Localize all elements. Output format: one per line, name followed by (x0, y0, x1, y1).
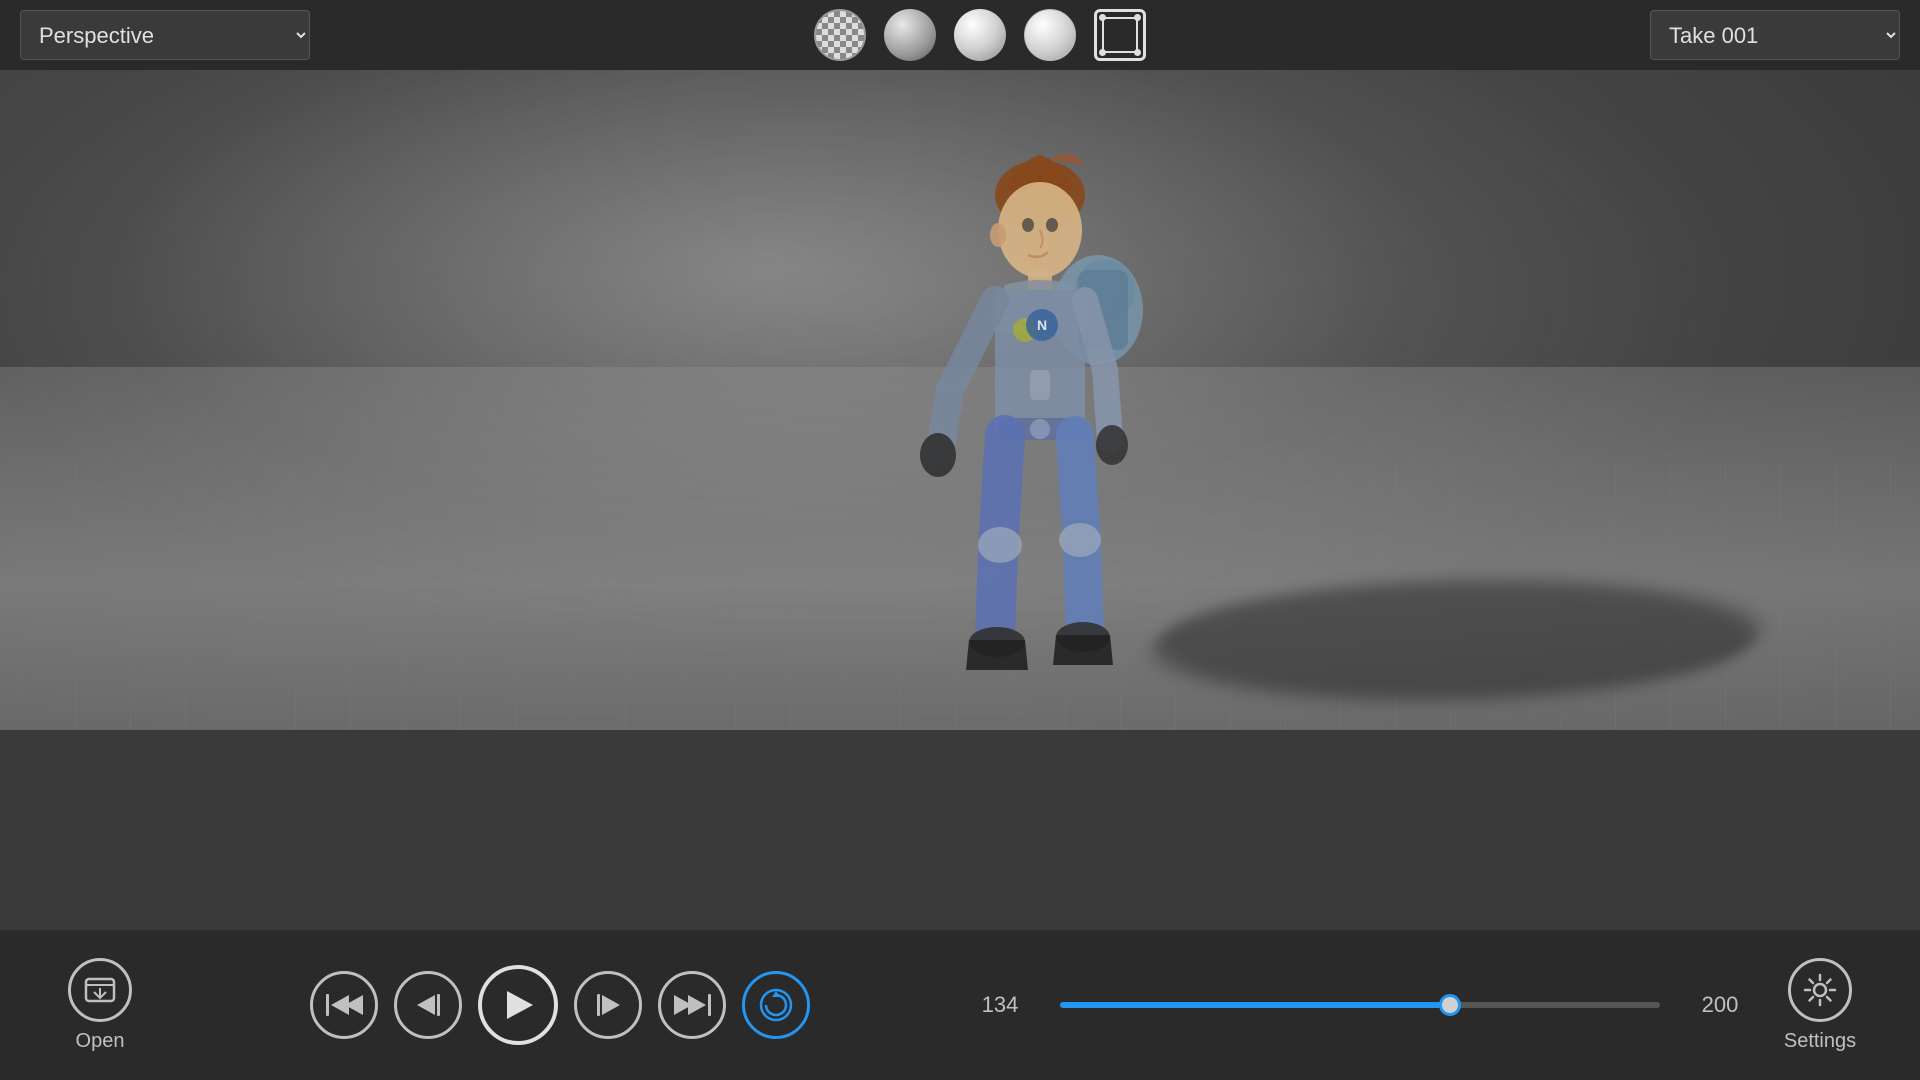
open-section: Open (40, 958, 160, 1053)
scrubber-track[interactable] (1060, 1002, 1660, 1008)
play-button[interactable] (478, 965, 558, 1045)
settings-button[interactable] (1788, 958, 1852, 1022)
loop-icon (758, 987, 794, 1023)
frame-end: 200 (1680, 992, 1760, 1018)
settings-label: Settings (1784, 1030, 1856, 1053)
viewport[interactable]: N (0, 70, 1920, 730)
skip-to-start-button[interactable] (310, 971, 378, 1039)
character-svg: N (850, 130, 1230, 710)
open-label: Open (76, 1030, 125, 1053)
settings-section: Settings (1760, 958, 1880, 1053)
viewport-display-icons (814, 9, 1146, 61)
character-display: N (840, 120, 1240, 720)
frame-start: 134 (960, 992, 1040, 1018)
white-sphere-icon[interactable] (1024, 9, 1076, 61)
scrubber-row: 134 200 (960, 992, 1760, 1018)
frame-icon[interactable] (1094, 9, 1146, 61)
top-bar: Perspective Front Back Left Right Top Bo… (0, 0, 1920, 70)
skip-to-end-button[interactable] (658, 971, 726, 1039)
svg-text:N: N (1037, 317, 1047, 333)
step-back-button[interactable] (394, 971, 462, 1039)
scrubber-section: 134 200 (960, 992, 1760, 1018)
perspective-dropdown[interactable]: Perspective Front Back Left Right Top Bo… (20, 10, 310, 60)
scrubber-thumb[interactable] (1439, 994, 1461, 1016)
open-button[interactable] (68, 958, 132, 1022)
step-forward-button[interactable] (574, 971, 642, 1039)
playback-controls (160, 965, 960, 1045)
bottom-bar: Open (0, 930, 1920, 1080)
scrubber-fill (1060, 1002, 1450, 1008)
settings-icon (1801, 971, 1839, 1009)
light-sphere-icon[interactable] (954, 9, 1006, 61)
gray-sphere-icon[interactable] (884, 9, 936, 61)
checkerboard-sphere-icon[interactable] (814, 9, 866, 61)
loop-button[interactable] (742, 971, 810, 1039)
open-icon (83, 973, 117, 1007)
take-dropdown[interactable]: Take 001 Take 002 Take 003 (1650, 10, 1900, 60)
